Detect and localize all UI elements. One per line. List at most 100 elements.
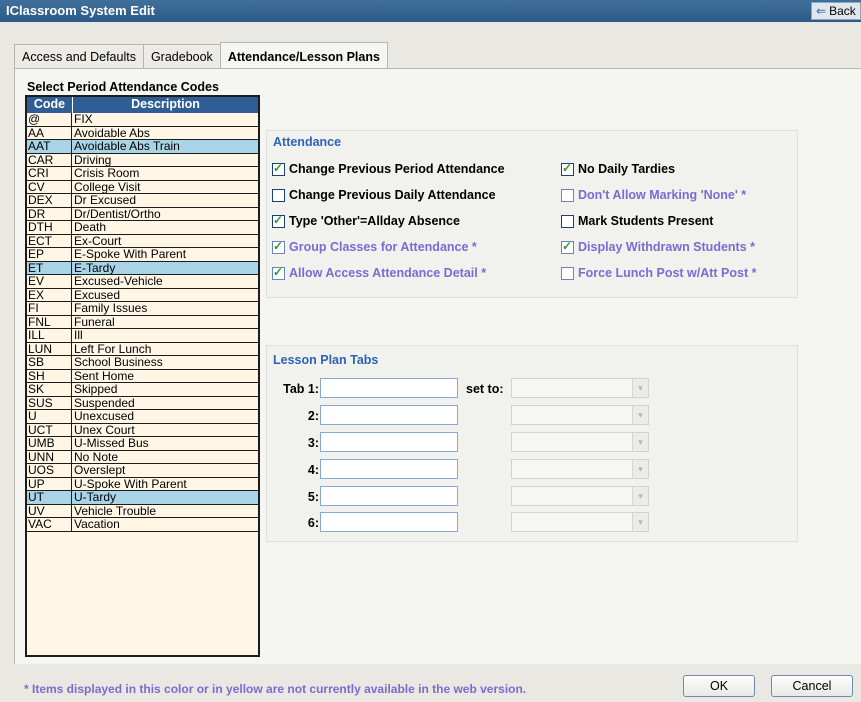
codes-title: Select Period Attendance Codes (27, 80, 219, 94)
checkbox-dont-allow-none[interactable]: Don't Allow Marking 'None' * (561, 188, 746, 202)
checkbox-no-daily-tardies[interactable]: ✓ No Daily Tardies (561, 161, 676, 176)
chevron-down-icon[interactable]: ▾ (632, 460, 648, 478)
lesson-tab-input[interactable] (320, 378, 458, 398)
lesson-tab-set-to-select[interactable]: ▾ (511, 512, 649, 532)
description-cell: Crisis Room (74, 167, 140, 180)
code-row[interactable]: SK Skipped (27, 383, 258, 397)
chevron-down-icon[interactable]: ▾ (632, 406, 648, 424)
ok-button[interactable]: OK (683, 675, 755, 697)
lesson-plan-title: Lesson Plan Tabs (273, 353, 379, 367)
code-row[interactable]: EV Excused-Vehicle (27, 275, 258, 289)
code-row[interactable]: CRI Crisis Room (27, 167, 258, 181)
code-cell: U (27, 410, 72, 423)
code-cell: UMB (27, 437, 72, 450)
tab-access-defaults[interactable]: Access and Defaults (14, 44, 144, 69)
description-cell: E-Tardy (74, 261, 116, 274)
code-row[interactable]: EP E-Spoke With Parent (27, 248, 258, 262)
chevron-down-icon[interactable]: ▾ (632, 513, 648, 531)
checkbox-box[interactable] (561, 188, 574, 202)
checkbox-box[interactable]: ✓ (272, 265, 285, 280)
description-cell: Unex Court (74, 423, 135, 436)
description-cell: Sent Home (74, 369, 135, 382)
code-row[interactable]: AAT Avoidable Abs Train (27, 140, 258, 154)
checkbox-allow-access-detail[interactable]: ✓ Allow Access Attendance Detail * (272, 265, 486, 280)
checkbox-box[interactable] (561, 214, 574, 228)
code-row[interactable]: UNN No Note (27, 450, 258, 464)
code-cell: ILL (27, 329, 72, 342)
lesson-tab-input[interactable] (320, 512, 458, 532)
chevron-down-icon[interactable]: ▾ (632, 433, 648, 451)
tab-bar: Access and Defaults Gradebook Attendance… (14, 42, 388, 69)
code-row[interactable]: DR Dr/Dentist/Ortho (27, 207, 258, 221)
code-row[interactable]: ECT Ex-Court (27, 234, 258, 248)
lesson-tab-set-to-select[interactable]: ▾ (511, 432, 649, 452)
checkbox-box[interactable]: ✓ (272, 239, 285, 254)
code-row[interactable]: CAR Driving (27, 153, 258, 167)
code-row[interactable]: ET E-Tardy (27, 261, 258, 275)
checkmark-icon: ✓ (273, 160, 284, 175)
checkbox-change-prev-period[interactable]: ✓ Change Previous Period Attendance (272, 160, 505, 176)
description-cell: Ex-Court (74, 234, 122, 247)
lesson-tab-input[interactable] (320, 405, 458, 425)
footer-note: * Items displayed in this color or in ye… (24, 682, 527, 696)
tab-gradebook[interactable]: Gradebook (142, 44, 221, 69)
tab-attendance-lesson-plans[interactable]: Attendance/Lesson Plans (219, 42, 388, 69)
chevron-down-icon[interactable]: ▾ (632, 487, 648, 505)
code-row[interactable]: UMB U-Missed Bus (27, 437, 258, 451)
checkbox-label: No Daily Tardies (578, 162, 676, 176)
code-row[interactable]: SH Sent Home (27, 369, 258, 383)
code-row[interactable]: DEX Dr Excused (27, 194, 258, 208)
code-row[interactable]: UOS Overslept (27, 464, 258, 478)
lesson-tab-set-to-select[interactable]: ▾ (511, 486, 649, 506)
code-row[interactable]: U Unexcused (27, 410, 258, 424)
checkbox-label: Display Withdrawn Students * (578, 240, 755, 254)
code-row[interactable]: FI Family Issues (27, 302, 258, 316)
lesson-tab-label: 2: (307, 409, 319, 423)
code-row[interactable]: VAC Vacation (27, 518, 258, 532)
code-row[interactable]: FNL Funeral (27, 315, 258, 329)
code-row[interactable]: SUS Suspended (27, 396, 258, 410)
checkbox-type-other-allday[interactable]: ✓ Type 'Other'=Allday Absence (272, 213, 460, 228)
checkbox-box[interactable]: ✓ (272, 213, 285, 228)
lesson-tab-set-to-select[interactable]: ▾ (511, 378, 649, 398)
chevron-down-icon[interactable]: ▾ (632, 379, 648, 397)
code-row[interactable]: AA Avoidable Abs (27, 126, 258, 140)
checkbox-box[interactable] (272, 188, 285, 202)
checkbox-mark-present[interactable]: Mark Students Present (561, 214, 713, 228)
code-row[interactable]: UV Vehicle Trouble (27, 504, 258, 518)
set-to-label: set to: (466, 382, 504, 396)
checkbox-box[interactable]: ✓ (561, 239, 574, 254)
lesson-tab-input[interactable] (320, 459, 458, 479)
lesson-tab-input[interactable] (320, 432, 458, 452)
lesson-tab-label: 3: (307, 436, 319, 450)
code-row[interactable]: LUN Left For Lunch (27, 342, 258, 356)
code-row[interactable]: SB School Business (27, 356, 258, 370)
lesson-tab-set-to-select[interactable]: ▾ (511, 459, 649, 479)
code-row[interactable]: UCT Unex Court (27, 423, 258, 437)
code-row[interactable]: DTH Death (27, 221, 258, 235)
checkbox-group-classes[interactable]: ✓ Group Classes for Attendance * (272, 239, 477, 254)
code-row[interactable]: EX Excused (27, 288, 258, 302)
back-button[interactable]: ⇐ Back (811, 2, 861, 20)
lesson-tab-set-to-select[interactable]: ▾ (511, 405, 649, 425)
code-row[interactable]: CV College Visit (27, 180, 258, 194)
checkbox-box[interactable]: ✓ (272, 160, 285, 176)
checkbox-box[interactable]: ✓ (561, 161, 574, 176)
attendance-title: Attendance (273, 135, 342, 149)
lesson-tab-input[interactable] (320, 486, 458, 506)
checkbox-change-prev-daily[interactable]: Change Previous Daily Attendance (272, 188, 496, 202)
code-cell: ECT (27, 234, 72, 247)
checkbox-display-withdrawn[interactable]: ✓ Display Withdrawn Students * (561, 239, 755, 254)
code-cell: SB (27, 356, 72, 369)
description-cell: Ill (74, 329, 83, 342)
checkbox-label: Mark Students Present (578, 214, 714, 228)
checkbox-box[interactable] (561, 266, 574, 280)
cancel-button[interactable]: Cancel (771, 675, 853, 697)
code-row[interactable]: @ FIX (27, 113, 258, 127)
checkbox-force-lunch-post[interactable]: Force Lunch Post w/Att Post * (561, 266, 757, 280)
code-cell: SK (27, 383, 72, 396)
code-row[interactable]: UP U-Spoke With Parent (27, 477, 258, 491)
code-row[interactable]: UT U-Tardy (27, 491, 258, 505)
code-cell: LUN (27, 342, 72, 355)
code-row[interactable]: ILL Ill (27, 329, 258, 343)
